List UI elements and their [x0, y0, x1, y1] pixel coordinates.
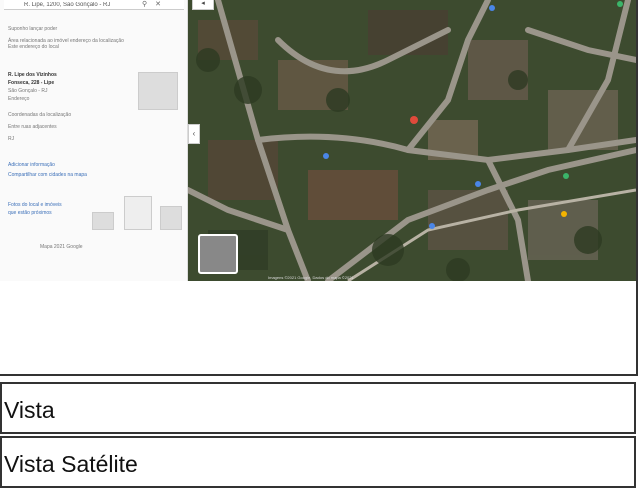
panel-line: Suponho lançar poder [8, 26, 58, 32]
place-subtitle: Fonseca, 228 - Lipe [8, 80, 55, 86]
layer-toggle-thumbnail[interactable] [198, 234, 238, 274]
panel-line: São Gonçalo - RJ [8, 88, 48, 94]
place-info-panel: R. Lipe, 1200, São Gonçalo - RJ ⚲ ✕ Supo… [0, 0, 188, 281]
satellite-map[interactable]: ◂ Imagens ©2021 Google, Dados do mapa ©2… [188, 0, 636, 281]
nearby-photo-thumbnail[interactable] [160, 206, 182, 230]
place-name: R. Lipe dos Vizinhos [8, 72, 57, 78]
option-vista-satelite[interactable]: Vista Satélite [0, 436, 636, 488]
nearby-photo-thumbnail[interactable] [92, 212, 114, 230]
panel-line: Endereço [8, 96, 30, 102]
close-icon[interactable]: ✕ [155, 0, 161, 9]
search-bar[interactable]: R. Lipe, 1200, São Gonçalo - RJ ⚲ ✕ [4, 0, 184, 10]
option-vista[interactable]: Vista [0, 382, 636, 434]
satellite-imagery [188, 0, 636, 281]
panel-footer: Mapa 2021 Google [40, 244, 83, 250]
collapse-panel-button[interactable]: ‹ [188, 124, 200, 144]
photos-link-line2[interactable]: que estão próximos [8, 210, 52, 216]
search-icon[interactable]: ⚲ [142, 0, 147, 9]
panel-line: Entre ruas adjacentes [8, 124, 57, 130]
panel-line: RJ [8, 136, 15, 142]
photos-link[interactable]: Fotos do local e imóveis [8, 202, 62, 208]
nearby-photo-thumbnail[interactable] [124, 196, 152, 230]
panel-line: Este endereço do local [8, 44, 59, 50]
panel-line: Coordenadas da localização [8, 112, 72, 118]
place-photo-thumbnail[interactable] [138, 72, 178, 110]
search-text[interactable]: R. Lipe, 1200, São Gonçalo - RJ [24, 2, 134, 8]
map-control-button[interactable]: ◂ [192, 0, 214, 10]
add-info-link[interactable]: Adicionar informação [8, 162, 55, 168]
map-credit: Imagens ©2021 Google, Dados do mapa ©202… [268, 275, 354, 280]
embedded-map-frame: R. Lipe, 1200, São Gonçalo - RJ ⚲ ✕ Supo… [0, 0, 638, 376]
share-link[interactable]: Compartilhar com cidades na mapa [8, 172, 87, 178]
